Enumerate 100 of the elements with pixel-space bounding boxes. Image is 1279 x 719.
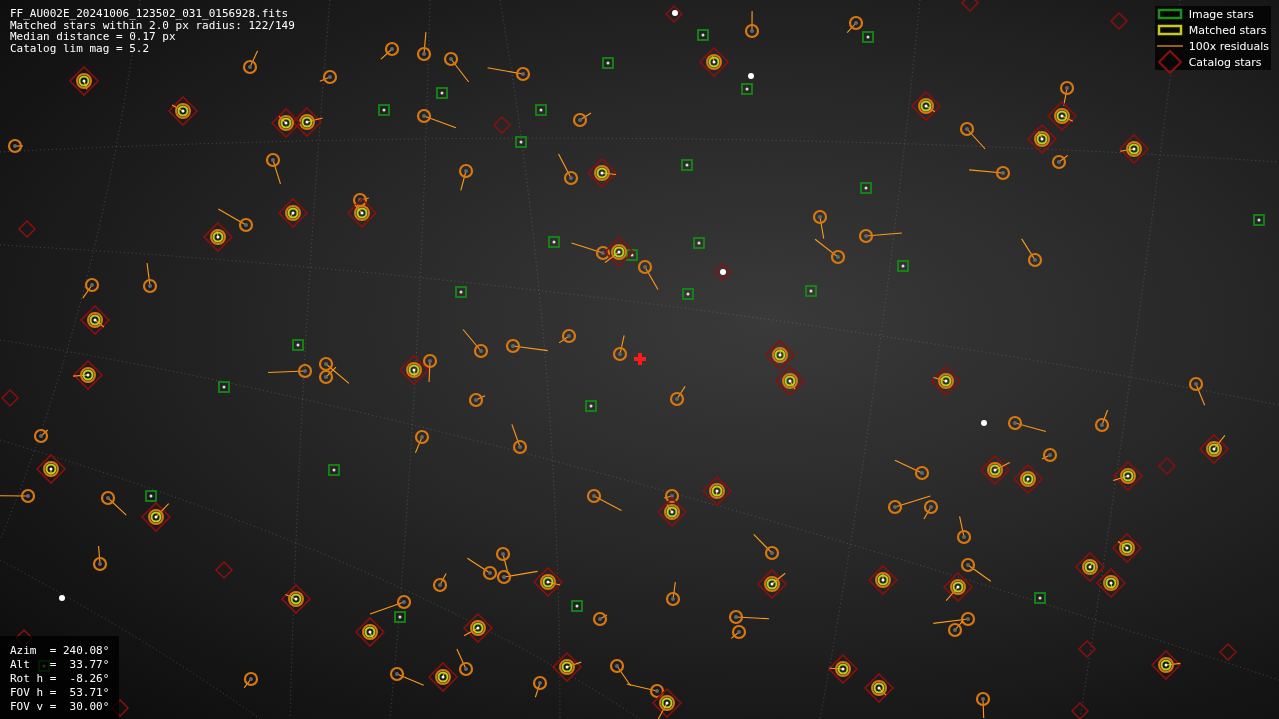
- matched-star-marker: [267, 363, 313, 379]
- matched-star-marker: [968, 165, 1011, 181]
- matched-star-marker: [586, 488, 622, 511]
- matched-star-marker: [637, 259, 659, 291]
- matched-star-marker: [910, 90, 942, 122]
- matched-star-marker: [68, 65, 100, 97]
- matched-star-marker: [35, 453, 67, 485]
- legend-label: Catalog stars: [1188, 55, 1262, 69]
- matched-star-marker: [0, 488, 36, 504]
- catalog-star-marker: [664, 4, 684, 24]
- matched-star-marker: [960, 557, 992, 582]
- catalog-star-marker: [214, 560, 234, 580]
- matched-star-marker: [416, 108, 457, 129]
- matched-star-marker: [1188, 376, 1206, 406]
- matched-star-marker: [462, 612, 494, 644]
- pointing-text: FOV v = 30.00°: [10, 700, 110, 714]
- pointing-text: Azim = 240.08°: [10, 644, 110, 658]
- catalog-star-marker: [1070, 701, 1090, 719]
- catalog-star-marker: [17, 219, 37, 239]
- line-swatch-icon: [1156, 44, 1183, 48]
- matched-star-marker: [572, 112, 592, 128]
- matched-star-marker: [79, 304, 111, 336]
- matched-star-marker: [665, 581, 681, 607]
- pointing-text: Rot h = -8.26°: [10, 672, 110, 686]
- bright-star-dot: [59, 595, 65, 601]
- matched-star-marker: [487, 66, 531, 82]
- catalog-star-marker: [712, 262, 732, 282]
- matched-star-marker: [414, 429, 430, 454]
- pointing-text: FOV h = 53.71°: [10, 686, 110, 700]
- matched-star-marker: [959, 121, 986, 150]
- matched-star-marker: [764, 339, 796, 371]
- matched-star-marker: [744, 10, 760, 39]
- matched-star-marker: [1118, 133, 1150, 165]
- legend-label: Matched stars: [1188, 23, 1267, 37]
- matched-star-marker: [167, 95, 199, 127]
- matched-star-marker: [92, 545, 108, 572]
- matched-star-marker: [1074, 551, 1106, 583]
- matched-star-marker: [1094, 409, 1110, 433]
- matched-star-marker: [894, 459, 930, 481]
- matched-star-marker: [930, 365, 962, 397]
- matched-star-marker: [416, 31, 432, 62]
- matched-star-marker: [142, 262, 158, 294]
- diamond-swatch-icon: [1156, 49, 1183, 75]
- bright-star-dot: [981, 420, 987, 426]
- matched-star-marker: [942, 571, 974, 603]
- matched-star-marker: [389, 666, 425, 686]
- matched-star-marker: [1112, 460, 1144, 492]
- matched-star-marker: [558, 153, 579, 186]
- matched-star-marker: [975, 691, 991, 719]
- matched-star-marker: [443, 51, 470, 83]
- matched-star-marker: [82, 277, 100, 299]
- matched-star-marker: [858, 228, 903, 244]
- matched-star-marker: [270, 107, 302, 139]
- matched-star-marker: [867, 564, 899, 596]
- matched-star-marker: [242, 50, 259, 75]
- legend-label: Image stars: [1188, 7, 1254, 21]
- matched-star-marker: [100, 490, 127, 516]
- matched-star-marker: [956, 515, 972, 545]
- matched-star-marker: [265, 152, 282, 185]
- matched-star-marker: [217, 208, 254, 233]
- info-text: Matched stars within 2.0 px radius: 122/149: [10, 19, 295, 31]
- catalog-star-marker: [1077, 639, 1097, 659]
- matched-star-marker: [753, 533, 780, 561]
- matched-star-marker: [1198, 433, 1230, 465]
- catalog-star-marker: [0, 388, 20, 408]
- info-text: Catalog lim mag = 5.2: [10, 42, 151, 54]
- matched-star-marker: [1021, 238, 1043, 268]
- matched-star-marker: [532, 675, 548, 698]
- matched-star-marker: [698, 46, 730, 78]
- matched-star-marker: [1095, 567, 1127, 599]
- matched-star-marker: [202, 221, 234, 253]
- matched-star-marker: [505, 338, 549, 354]
- pointing-text: Alt = 33.77°: [10, 658, 110, 672]
- matched-star-marker: [277, 197, 309, 229]
- matched-star-marker: [979, 454, 1011, 486]
- matched-star-marker: [774, 365, 806, 397]
- catalog-star-marker: [960, 0, 980, 13]
- rectangle-swatch-icon: [1156, 24, 1183, 36]
- square-swatch-icon: [1156, 8, 1183, 20]
- matched-star-marker: [458, 163, 474, 191]
- matched-star-marker: [280, 583, 312, 615]
- matched-star-marker: [1111, 532, 1143, 564]
- matched-star-marker: [863, 672, 895, 704]
- matched-star-marker: [586, 157, 618, 189]
- matched-star-marker: [140, 501, 172, 533]
- matched-star-marker: [432, 572, 448, 593]
- catalog-star-marker: [492, 115, 512, 135]
- matched-star-marker: [756, 568, 788, 600]
- matched-star-marker: [462, 328, 489, 359]
- matched-star-marker: [380, 41, 400, 60]
- bright-star-dot: [720, 269, 726, 275]
- matched-star-marker: [827, 653, 859, 685]
- matched-star-marker: [612, 334, 628, 362]
- matched-star-marker: [669, 385, 686, 407]
- legend-label: 100x residuals: [1188, 39, 1269, 53]
- matched-star-marker: [701, 475, 733, 507]
- info-text: FF_AU002E_20241006_123502_031_0156928.fits: [10, 8, 290, 20]
- bright-star-dot: [672, 10, 678, 16]
- bright-star-dot: [748, 73, 754, 79]
- matched-star-marker: [1007, 415, 1047, 432]
